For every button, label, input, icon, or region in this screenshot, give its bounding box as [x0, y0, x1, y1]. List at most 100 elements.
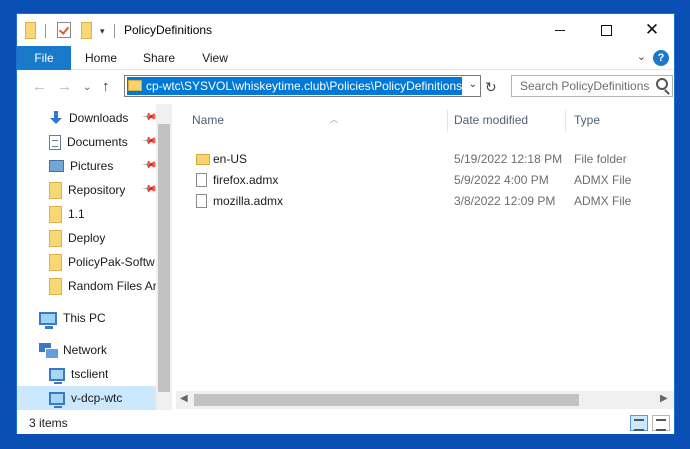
nav-item-label: PolicyPak-Softw	[68, 255, 155, 269]
chevron-down-icon[interactable]: ⌄	[469, 79, 477, 90]
folder-icon	[128, 80, 142, 91]
scroll-left-icon[interactable]: ◀	[180, 393, 188, 404]
maximize-button[interactable]	[583, 14, 629, 46]
nav-item-random-files[interactable]: Random Files Ar	[17, 274, 157, 298]
sort-ascending-icon: ︿	[330, 115, 338, 124]
item-count: 3 items	[29, 416, 68, 430]
nav-scrollbar[interactable]	[156, 104, 172, 410]
column-header-label: Name	[192, 113, 225, 127]
nav-item-label: Deploy	[68, 231, 106, 245]
folder-icon	[49, 253, 62, 271]
nav-item-label: Network	[63, 343, 108, 357]
close-button[interactable]: ✕	[629, 14, 675, 46]
properties-icon[interactable]	[57, 22, 71, 38]
divider	[114, 24, 115, 38]
expand-ribbon-icon[interactable]: ⌄	[637, 50, 646, 63]
nav-item-downloads[interactable]: Downloads 📌	[17, 106, 158, 130]
search-placeholder: Search PolicyDefinitions	[520, 79, 650, 93]
title-bar: ▾ PolicyDefinitions ✕	[17, 14, 674, 46]
nav-item-repository[interactable]: Repository 📌	[17, 178, 158, 202]
large-icons-view-icon[interactable]	[652, 415, 670, 431]
up-arrow-icon[interactable]: ↑	[102, 78, 110, 95]
nav-item-tsclient[interactable]: tsclient	[17, 362, 157, 386]
table-row[interactable]: en-US 5/19/2022 12:18 PM File folder	[194, 149, 664, 170]
recent-locations-icon[interactable]: ⌄	[83, 82, 91, 93]
forward-arrow-icon[interactable]: →	[57, 78, 72, 95]
scrollbar-thumb[interactable]	[158, 124, 170, 392]
nav-item-policypak[interactable]: PolicyPak-Softw	[17, 250, 157, 274]
column-header-name[interactable]: Name ︿	[192, 110, 338, 130]
column-header-date[interactable]: Date modified	[454, 110, 564, 130]
monitor-icon	[49, 367, 65, 384]
folder-icon	[25, 22, 36, 39]
navigation-pane: Downloads 📌 Documents 📌 Pictures 📌 Repos…	[17, 104, 172, 410]
horizontal-scrollbar[interactable]: ◀ ▶	[176, 391, 674, 409]
help-button[interactable]: ?	[653, 50, 669, 66]
nav-item-1-1[interactable]: 1.1	[17, 202, 157, 226]
new-folder-icon[interactable]	[81, 22, 92, 39]
customize-toolbar-icon[interactable]: ▾	[100, 26, 105, 37]
details-view-icon[interactable]	[630, 415, 648, 431]
search-input[interactable]: Search PolicyDefinitions	[511, 75, 673, 97]
status-bar: 3 items	[17, 412, 674, 434]
file-name: firefox.admx	[213, 173, 279, 187]
nav-item-deploy[interactable]: Deploy	[17, 226, 157, 250]
minimize-button[interactable]	[537, 14, 583, 46]
tab-home[interactable]: Home	[77, 46, 125, 70]
nav-item-documents[interactable]: Documents 📌	[17, 130, 158, 154]
search-icon	[656, 78, 668, 90]
refresh-icon[interactable]: ↻	[485, 79, 497, 96]
folder-icon	[49, 205, 62, 223]
document-icon	[49, 134, 61, 150]
monitor-icon	[49, 391, 65, 408]
tab-view[interactable]: View	[192, 46, 238, 70]
nav-item-label: 1.1	[68, 207, 85, 221]
folder-icon	[49, 181, 62, 199]
file-type: ADMX File	[574, 173, 632, 187]
nav-item-label: Random Files Ar	[68, 279, 157, 293]
table-row[interactable]: firefox.admx 5/9/2022 4:00 PM ADMX File	[194, 170, 664, 191]
network-icon	[39, 343, 59, 359]
nav-item-pictures[interactable]: Pictures 📌	[17, 154, 158, 178]
folder-icon	[196, 154, 210, 165]
file-type: ADMX File	[574, 194, 632, 208]
nav-item-label: Repository	[68, 183, 126, 197]
download-icon	[49, 111, 63, 125]
file-date: 3/8/2022 12:09 PM	[454, 194, 556, 208]
file-date: 5/9/2022 4:00 PM	[454, 173, 549, 187]
scroll-right-icon[interactable]: ▶	[660, 393, 668, 404]
picture-icon	[49, 160, 64, 172]
column-divider[interactable]	[447, 110, 448, 132]
window-title: PolicyDefinitions	[124, 23, 213, 37]
back-arrow-icon[interactable]: ←	[32, 78, 47, 95]
folder-icon	[49, 277, 62, 295]
ribbon-tabs: File Home Share View ⌄ ?	[17, 46, 674, 70]
nav-item-label: Pictures	[70, 159, 114, 173]
scrollbar-thumb[interactable]	[194, 394, 579, 406]
table-row[interactable]: mozilla.admx 3/8/2022 12:09 PM ADMX File	[194, 191, 664, 212]
navigation-bar: ← → ⌄ ↑ cp-wtc\SYSVOL\whiskeytime.club\P…	[17, 70, 674, 104]
nav-item-this-pc[interactable]: This PC	[17, 306, 157, 330]
tab-share[interactable]: Share	[135, 46, 183, 70]
address-bar[interactable]: cp-wtc\SYSVOL\whiskeytime.club\Policies\…	[124, 75, 481, 97]
folder-icon	[49, 229, 62, 247]
nav-item-label: v-dcp-wtc	[71, 391, 123, 405]
nav-item-label: This PC	[63, 311, 106, 325]
computer-icon	[39, 311, 57, 329]
address-path[interactable]: cp-wtc\SYSVOL\whiskeytime.club\Policies\…	[127, 77, 462, 95]
nav-item-label: Documents	[67, 135, 128, 149]
nav-item-label: tsclient	[71, 367, 109, 381]
file-date: 5/19/2022 12:18 PM	[454, 152, 563, 166]
nav-item-label: Downloads	[69, 111, 129, 125]
divider	[45, 24, 46, 38]
column-divider[interactable]	[565, 110, 566, 132]
explorer-window: ▾ PolicyDefinitions ✕ File Home Share Vi…	[16, 13, 675, 434]
tab-file[interactable]: File	[17, 46, 71, 70]
file-type: File folder	[574, 152, 627, 166]
file-name: mozilla.admx	[213, 194, 284, 208]
nav-item-network[interactable]: Network	[17, 338, 157, 362]
file-list: Name ︿ Date modified Type en-US 5/19/202…	[176, 104, 674, 410]
file-icon	[196, 173, 207, 187]
column-header-type[interactable]: Type	[574, 110, 664, 130]
nav-item-v-dcp-wtc[interactable]: v-dcp-wtc	[17, 386, 157, 410]
